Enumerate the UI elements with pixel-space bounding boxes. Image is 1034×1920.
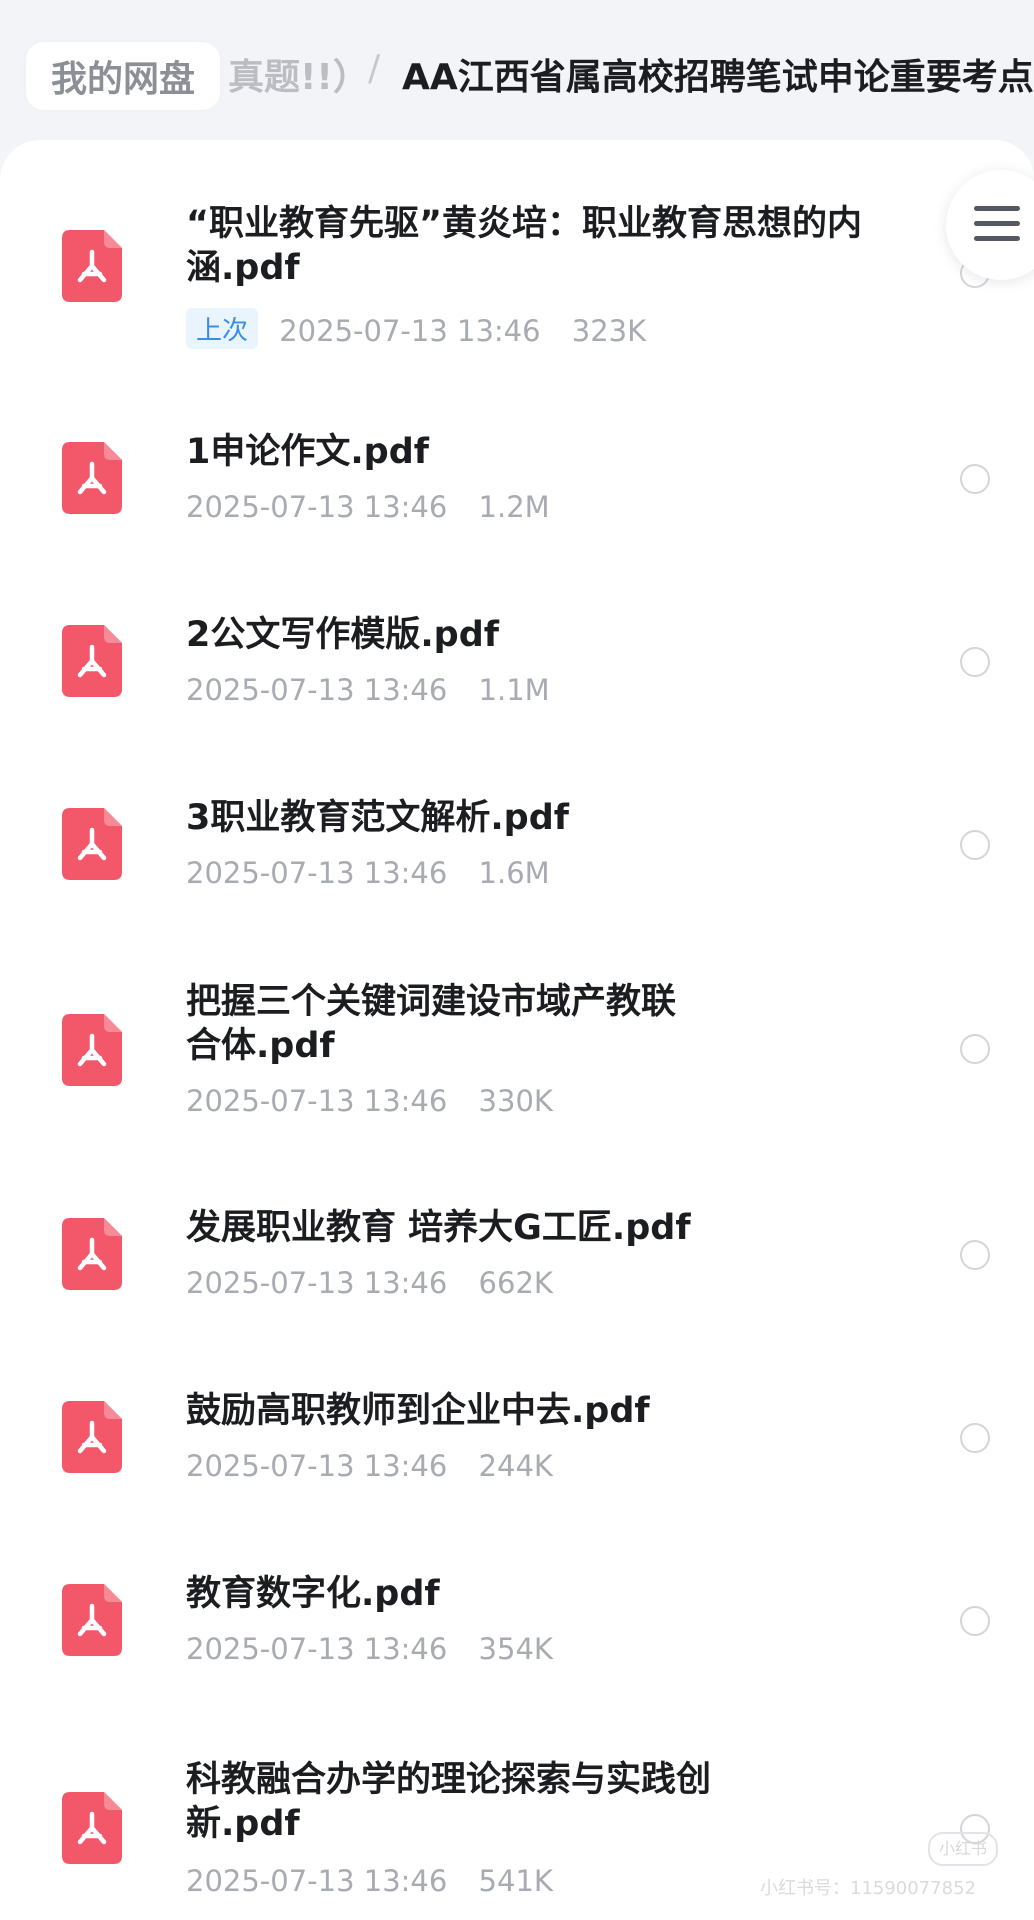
file-name[interactable]: 3职业教育范文解析.pdf xyxy=(186,796,866,840)
pdf-icon xyxy=(62,230,122,302)
file-name[interactable]: 教育数字化.pdf xyxy=(186,1572,866,1616)
file-size: 1.6M xyxy=(478,856,550,890)
file-size: 354K xyxy=(478,1632,553,1666)
watermark-logo: 小红书 xyxy=(928,1832,998,1866)
pdf-icon xyxy=(62,1401,122,1473)
file-name[interactable]: 发展职业教育 培养大G工匠.pdf xyxy=(186,1206,866,1250)
file-name[interactable]: 科教融合办学的理论探索与实践创新.pdf xyxy=(186,1758,726,1846)
file-row[interactable]: “职业教育先驱”黄炎培：职业教育思想的内涵.pdf 上次 2025-07-13 … xyxy=(0,140,1034,360)
breadcrumb-separator: / xyxy=(368,48,381,89)
last-opened-badge: 上次 xyxy=(186,308,259,349)
file-size: 244K xyxy=(478,1449,553,1483)
file-date: 2025-07-13 13:46 xyxy=(279,314,541,348)
file-date: 2025-07-13 13:46 xyxy=(186,490,448,524)
file-name[interactable]: 1申论作文.pdf xyxy=(186,430,866,474)
file-date: 2025-07-13 13:46 xyxy=(186,1449,448,1483)
hamburger-menu-icon xyxy=(974,206,1020,242)
file-meta: 2025-07-13 13:46 1.2M xyxy=(186,490,550,524)
select-radio[interactable] xyxy=(960,1606,990,1636)
file-size: 1.1M xyxy=(478,673,550,707)
select-radio[interactable] xyxy=(960,1240,990,1270)
pdf-icon xyxy=(62,1584,122,1656)
pdf-icon xyxy=(62,442,122,514)
file-date: 2025-07-13 13:46 xyxy=(186,1266,448,1300)
pdf-icon xyxy=(62,808,122,880)
file-row[interactable]: 发展职业教育 培养大G工匠.pdf 2025-07-13 13:46 662K xyxy=(0,1156,1034,1326)
watermark-text: 小红书号：11590077852 xyxy=(760,1878,976,1899)
breadcrumb-current: AA江西省属高校招聘笔试申论重要考点 xyxy=(402,57,1034,98)
file-date: 2025-07-13 13:46 xyxy=(186,1864,448,1898)
file-meta: 2025-07-13 13:46 330K xyxy=(186,1084,553,1118)
file-meta: 2025-07-13 13:46 244K xyxy=(186,1449,553,1483)
file-row[interactable]: 教育数字化.pdf 2025-07-13 13:46 354K xyxy=(0,1522,1034,1692)
select-radio[interactable] xyxy=(960,647,990,677)
file-date: 2025-07-13 13:46 xyxy=(186,673,448,707)
breadcrumb-parent[interactable]: 真题!!） xyxy=(228,48,369,100)
pdf-icon xyxy=(62,1792,122,1864)
file-size: 662K xyxy=(478,1266,553,1300)
breadcrumb: 我的网盘 真题!!） / AA江西省属高校招聘笔试申论重要考点 xyxy=(0,0,1034,150)
file-date: 2025-07-13 13:46 xyxy=(186,856,448,890)
file-meta: 2025-07-13 13:46 1.6M xyxy=(186,856,550,890)
file-name[interactable]: 鼓励高职教师到企业中去.pdf xyxy=(186,1389,866,1433)
breadcrumb-home[interactable]: 我的网盘 xyxy=(26,42,220,110)
file-row[interactable]: 2公文写作模版.pdf 2025-07-13 13:46 1.1M xyxy=(0,563,1034,733)
file-date: 2025-07-13 13:46 xyxy=(186,1084,448,1118)
file-row[interactable]: 3职业教育范文解析.pdf 2025-07-13 13:46 1.6M xyxy=(0,746,1034,916)
select-radio[interactable] xyxy=(960,830,990,860)
file-date: 2025-07-13 13:46 xyxy=(186,1632,448,1666)
file-row[interactable]: 1申论作文.pdf 2025-07-13 13:46 1.2M xyxy=(0,380,1034,550)
pdf-icon xyxy=(62,625,122,697)
file-row[interactable]: 鼓励高职教师到企业中去.pdf 2025-07-13 13:46 244K xyxy=(0,1339,1034,1509)
file-name[interactable]: 把握三个关键词建设市域产教联合体.pdf xyxy=(186,980,706,1068)
pdf-icon xyxy=(62,1014,122,1086)
file-size: 1.2M xyxy=(478,490,550,524)
file-name[interactable]: “职业教育先驱”黄炎培：职业教育思想的内涵.pdf xyxy=(186,202,866,290)
select-radio[interactable] xyxy=(960,1423,990,1453)
file-meta: 上次 2025-07-13 13:46 323K xyxy=(186,308,646,349)
file-size: 323K xyxy=(571,314,647,348)
file-size: 541K xyxy=(478,1864,553,1898)
select-radio[interactable] xyxy=(960,1034,990,1064)
file-size: 330K xyxy=(478,1084,553,1118)
select-radio[interactable] xyxy=(960,464,990,494)
file-name[interactable]: 2公文写作模版.pdf xyxy=(186,613,866,657)
file-meta: 2025-07-13 13:46 354K xyxy=(186,1632,553,1666)
file-meta: 2025-07-13 13:46 662K xyxy=(186,1266,553,1300)
file-meta: 2025-07-13 13:46 541K xyxy=(186,1864,553,1898)
pdf-icon xyxy=(62,1218,122,1290)
file-meta: 2025-07-13 13:46 1.1M xyxy=(186,673,550,707)
file-row[interactable]: 把握三个关键词建设市域产教联合体.pdf 2025-07-13 13:46 33… xyxy=(0,928,1034,1138)
